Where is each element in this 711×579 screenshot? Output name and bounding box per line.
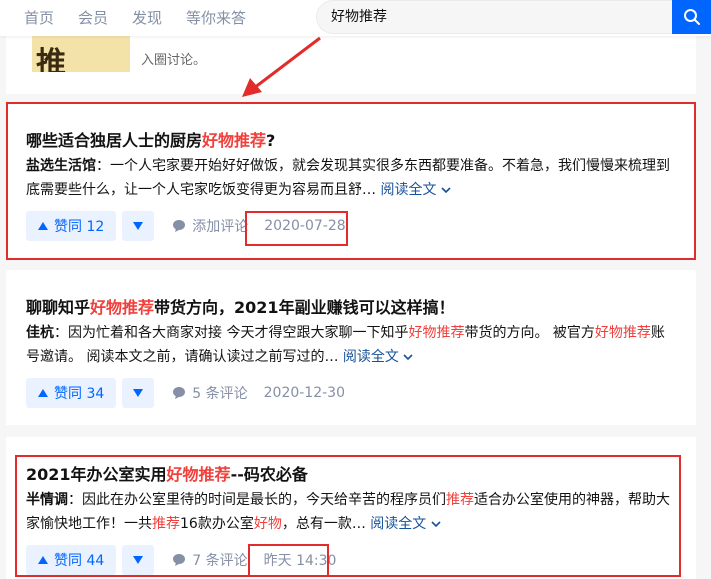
top-bar: 首页 会员 发现 等你来答: [0, 0, 711, 36]
thumbnail-text: 推荐: [36, 46, 84, 72]
search-box: [316, 0, 711, 34]
annotation-box: [248, 544, 329, 577]
previous-result-card: 推荐 入圈讨论。: [6, 36, 696, 94]
result-excerpt[interactable]: 佳杭：因为忙着和各大商家对接 今天才得空跟大家聊一下知乎好物推荐带货的方向。 被…: [26, 321, 674, 369]
nav-home[interactable]: 首页: [24, 0, 54, 36]
downvote-button[interactable]: [122, 378, 155, 408]
chevron-down-icon: [403, 354, 413, 361]
upvote-button[interactable]: 赞同 34: [26, 378, 117, 408]
nav-waiting-answers[interactable]: 等你来答: [186, 0, 246, 36]
comment-icon: [173, 387, 186, 399]
nav-membership[interactable]: 会员: [78, 0, 108, 36]
search-icon: [683, 9, 700, 25]
main-nav: 首页 会员 发现 等你来答: [0, 0, 246, 36]
comment-button[interactable]: 5 条评论: [172, 383, 248, 403]
nav-discover[interactable]: 发现: [132, 0, 162, 36]
thumbnail-image[interactable]: 推荐: [32, 36, 130, 72]
post-date: 2020-12-30: [263, 385, 345, 401]
search-button[interactable]: [672, 0, 711, 34]
result-title[interactable]: 聊聊知乎好物推荐带货方向，2021年副业赚钱可以这样搞！: [26, 294, 455, 318]
search-result-card: 聊聊知乎好物推荐带货方向，2021年副业赚钱可以这样搞！ 佳杭：因为忙着和各大商…: [6, 270, 696, 425]
triangle-up-icon: [38, 389, 48, 397]
action-bar: 赞同 34 5 条评论 2020-12-30: [26, 378, 345, 408]
annotation-box: [245, 211, 348, 246]
annotation-box: [15, 455, 681, 577]
previous-result-snippet: 入圈讨论。: [141, 53, 207, 68]
author-name[interactable]: 佳杭: [26, 325, 54, 341]
triangle-down-icon: [133, 389, 144, 397]
annotation-box: [6, 102, 696, 260]
search-input[interactable]: [331, 1, 671, 33]
read-more-link[interactable]: 阅读全文: [343, 349, 413, 365]
